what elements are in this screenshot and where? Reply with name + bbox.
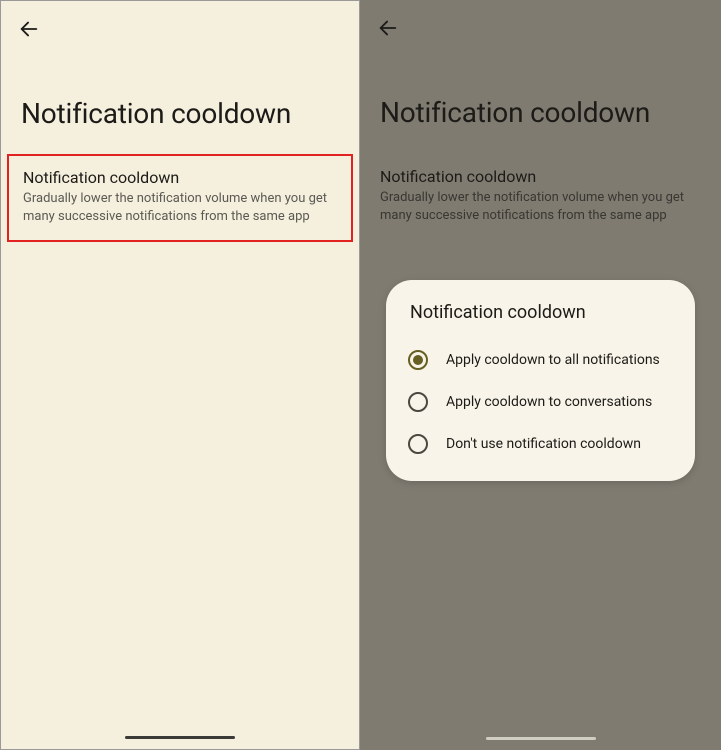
radio-icon xyxy=(408,350,428,370)
nav-indicator xyxy=(125,736,235,739)
radio-option-all[interactable]: Apply cooldown to all notifications xyxy=(408,339,673,381)
radio-label: Apply cooldown to all notifications xyxy=(446,352,660,368)
back-button[interactable] xyxy=(17,17,41,41)
arrow-back-icon xyxy=(18,18,40,40)
radio-label: Don't use notification cooldown xyxy=(446,436,641,452)
app-bar xyxy=(1,1,359,57)
dialog-title: Notification cooldown xyxy=(408,302,673,323)
cooldown-dialog: Notification cooldown Apply cooldown to … xyxy=(386,280,695,481)
setting-description: Gradually lower the notification volume … xyxy=(23,190,337,226)
radio-option-none[interactable]: Don't use notification cooldown xyxy=(408,423,673,465)
radio-label: Apply cooldown to conversations xyxy=(446,394,652,410)
radio-icon xyxy=(408,392,428,412)
settings-screen-left: Notification cooldown Notification coold… xyxy=(0,0,360,750)
radio-icon xyxy=(408,434,428,454)
setting-title: Notification cooldown xyxy=(23,168,337,187)
page-title: Notification cooldown xyxy=(1,57,359,154)
nav-indicator xyxy=(486,737,596,740)
radio-option-conversations[interactable]: Apply cooldown to conversations xyxy=(408,381,673,423)
setting-notification-cooldown[interactable]: Notification cooldown Gradually lower th… xyxy=(7,154,353,242)
settings-screen-right: Notification cooldown Notification coold… xyxy=(360,0,721,750)
